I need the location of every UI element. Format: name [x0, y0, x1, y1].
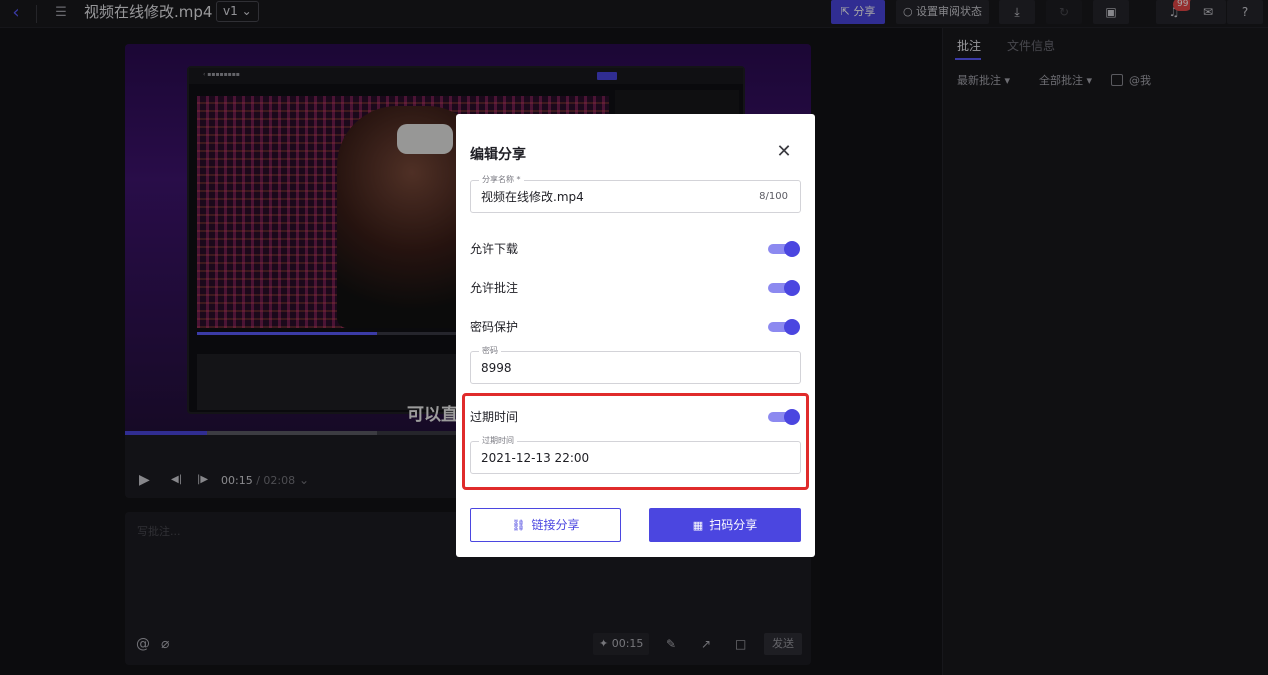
allow-download-toggle[interactable] [768, 241, 800, 257]
password-label: 密码 [479, 345, 501, 357]
password-value: 8998 [481, 361, 512, 375]
allow-comment-toggle[interactable] [768, 280, 800, 296]
link-icon: ⛓ [511, 519, 526, 532]
edit-share-dialog: 编辑分享 ✕ 分享名称 * 视频在线修改.mp4 8/100 允许下载 允许批注… [456, 114, 815, 557]
password-protect-toggle[interactable] [768, 319, 800, 335]
password-protect-label: 密码保护 [470, 320, 519, 334]
dialog-title: 编辑分享 [470, 147, 526, 163]
expiry-highlight-box [462, 393, 809, 490]
share-name-field[interactable]: 分享名称 * 视频在线修改.mp4 8/100 [470, 174, 801, 213]
toggle-knob [784, 241, 800, 257]
link-share-label: 链接分享 [531, 518, 580, 532]
toggle-knob [784, 280, 800, 296]
allow-comment-label: 允许批注 [470, 281, 519, 295]
link-share-button[interactable]: ⛓ 链接分享 [470, 508, 621, 542]
close-icon[interactable]: ✕ [774, 142, 794, 162]
qr-share-button[interactable]: ▦ 扫码分享 [649, 508, 801, 542]
password-field[interactable]: 密码 8998 [470, 345, 801, 384]
allow-download-label: 允许下载 [470, 242, 519, 256]
toggle-knob [784, 319, 800, 335]
qr-code-icon: ▦ [692, 519, 704, 532]
qr-share-label: 扫码分享 [709, 518, 758, 532]
share-name-count: 8/100 [759, 191, 788, 202]
share-name-label: 分享名称 * [479, 174, 524, 186]
share-name-value: 视频在线修改.mp4 [481, 190, 584, 204]
